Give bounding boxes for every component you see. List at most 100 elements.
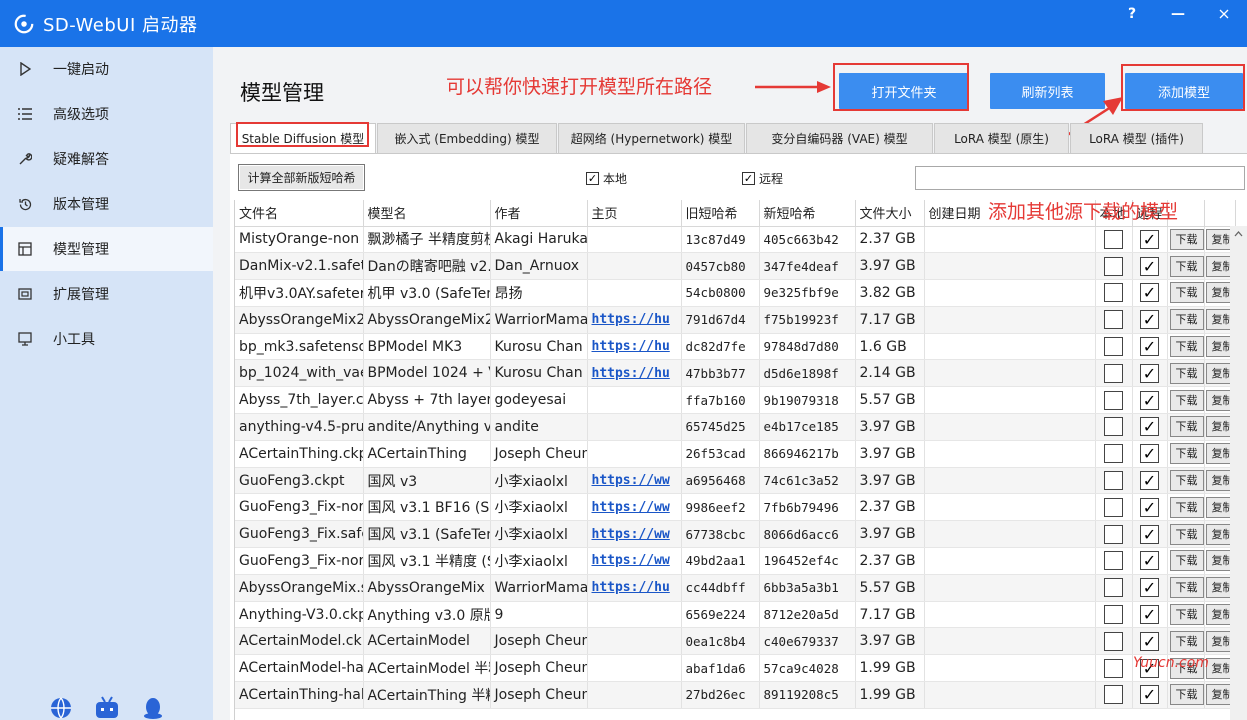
remote-checkbox[interactable]: ✓ xyxy=(1140,631,1159,651)
table-row[interactable]: bp_mk3.safetenso BPModel MK3 Kurosu Chan ht… xyxy=(235,333,1236,361)
download-button[interactable]: 下载 xyxy=(1169,228,1203,250)
remote-checkbox[interactable]: ✓ xyxy=(1140,390,1159,410)
qq-icon[interactable] xyxy=(140,696,166,720)
tab-embedding[interactable]: 嵌入式 (Embedding) 模型 xyxy=(377,123,557,153)
sidebar-item-tools[interactable]: 小工具 xyxy=(0,317,213,361)
table-row[interactable]: GuoFeng3_Fix-nor 国风 v3.1 BF16 (Sa 小李xiaolx… xyxy=(235,493,1236,522)
cell-homepage[interactable] xyxy=(587,252,682,281)
table-row[interactable]: GuoFeng3_Fix-nor 国风 v3.1 半精度 (S 小李xiaolxl h… xyxy=(235,547,1236,575)
table-row[interactable]: MistyOrange-non 飘渺橘子 半精度剪枝 Akagi Haruka 13c… xyxy=(235,226,1236,254)
table-row[interactable]: GuoFeng3.ckpt 国风 v3 小李xiaolxl https://ww a69… xyxy=(235,467,1236,495)
chevron-up-icon[interactable] xyxy=(1230,227,1247,241)
remote-checkbox[interactable]: ✓ xyxy=(1140,497,1159,517)
header-new-hash[interactable]: 新短哈希 xyxy=(759,200,856,227)
remote-checkbox[interactable]: ✓ xyxy=(1140,605,1159,625)
minimize-button[interactable]: — xyxy=(1155,0,1201,28)
local-checkbox[interactable] xyxy=(1104,444,1123,464)
sidebar-item-extensions[interactable]: 扩展管理 xyxy=(0,272,213,316)
local-checkbox[interactable] xyxy=(1104,283,1123,303)
download-button[interactable]: 下载 xyxy=(1169,336,1203,358)
cell-homepage[interactable] xyxy=(587,386,682,415)
tab-lora-plugin[interactable]: LoRA 模型 (插件) xyxy=(1070,123,1203,153)
table-row[interactable]: GuoFeng3_Fix.safe 国风 v3.1 (SafeTen 小李xiaol… xyxy=(235,520,1236,549)
cell-homepage[interactable]: https://ww xyxy=(587,467,682,495)
table-row[interactable]: AbyssOrangeMix.s AbyssOrangeMix (WarriorM… xyxy=(235,574,1236,602)
remote-checkbox[interactable]: ✓ xyxy=(1140,444,1159,464)
download-button[interactable]: 下载 xyxy=(1169,389,1203,411)
table-row[interactable]: DanMix-v2.1.safet Danの瞎寄吧融 v2.1 Dan_Arnuox… xyxy=(235,252,1236,281)
download-button[interactable]: 下载 xyxy=(1169,684,1203,706)
cell-homepage[interactable] xyxy=(587,681,682,709)
vertical-scrollbar[interactable] xyxy=(1230,226,1247,720)
sidebar-item-versions[interactable]: 版本管理 xyxy=(0,182,213,226)
local-checkbox[interactable] xyxy=(1104,417,1123,437)
table-row[interactable]: bp_1024_with_vae BPModel 1024 + V Kurosu C… xyxy=(235,359,1236,388)
table-row[interactable]: anything-v4.5-pru andite/Anything v4 andit… xyxy=(235,413,1236,441)
cell-homepage[interactable]: https://hu xyxy=(587,306,682,334)
download-button[interactable]: 下载 xyxy=(1169,416,1203,438)
local-checkbox[interactable] xyxy=(1104,471,1123,491)
cell-homepage[interactable]: https://ww xyxy=(587,493,682,522)
header-filename[interactable]: 文件名 xyxy=(235,200,364,227)
local-checkbox[interactable] xyxy=(1104,578,1123,598)
table-row[interactable]: 机甲v3.0AY.safeter 机甲 v3.0 (SafeTen 昂扬 54cb08… xyxy=(235,279,1236,307)
header-author[interactable]: 作者 xyxy=(490,200,588,227)
tab-vae[interactable]: 变分自编码器 (VAE) 模型 xyxy=(746,123,933,153)
cell-homepage[interactable] xyxy=(587,440,682,468)
remote-checkbox[interactable]: ✓ xyxy=(1140,578,1159,598)
download-button[interactable]: 下载 xyxy=(1169,577,1203,599)
remote-checkbox[interactable]: ✓ xyxy=(1140,310,1159,330)
download-button[interactable]: 下载 xyxy=(1169,282,1203,304)
local-checkbox[interactable] xyxy=(1104,390,1123,410)
header-old-hash[interactable]: 旧短哈希 xyxy=(681,200,760,227)
remote-checkbox[interactable]: ✓ xyxy=(1140,229,1159,249)
remote-checkbox[interactable]: ✓ xyxy=(1140,337,1159,357)
local-checkbox[interactable] xyxy=(1104,256,1123,276)
sidebar-item-troubleshoot[interactable]: 疑难解答 xyxy=(0,137,213,181)
cell-homepage[interactable] xyxy=(587,601,682,629)
close-button[interactable] xyxy=(1201,0,1247,28)
download-button[interactable]: 下载 xyxy=(1169,443,1203,465)
remote-filter-checkbox[interactable]: ✓ 远程 xyxy=(742,170,783,187)
local-checkbox[interactable] xyxy=(1104,363,1123,383)
download-button[interactable]: 下载 xyxy=(1169,630,1203,652)
local-checkbox[interactable] xyxy=(1104,337,1123,357)
cell-homepage[interactable] xyxy=(587,279,682,307)
search-input[interactable] xyxy=(915,166,1245,190)
download-button[interactable]: 下载 xyxy=(1169,362,1203,384)
local-checkbox[interactable] xyxy=(1104,685,1123,705)
help-button[interactable]: ? xyxy=(1109,0,1155,28)
local-checkbox[interactable] xyxy=(1104,524,1123,544)
remote-checkbox[interactable]: ✓ xyxy=(1140,283,1159,303)
remote-checkbox[interactable]: ✓ xyxy=(1140,471,1159,491)
sidebar-item-launch[interactable]: 一键启动 xyxy=(0,47,213,91)
cell-homepage[interactable] xyxy=(587,627,682,656)
globe-icon[interactable] xyxy=(48,696,74,720)
download-button[interactable]: 下载 xyxy=(1169,550,1203,572)
download-button[interactable]: 下载 xyxy=(1169,604,1203,626)
header-homepage[interactable]: 主页 xyxy=(587,200,682,227)
table-row[interactable]: ACertainModel-ha ACertainModel 半精 Joseph C… xyxy=(235,654,1236,683)
local-checkbox[interactable] xyxy=(1104,605,1123,625)
local-filter-checkbox[interactable]: ✓ 本地 xyxy=(586,170,627,187)
cell-homepage[interactable]: https://ww xyxy=(587,520,682,549)
header-size[interactable]: 文件大小 xyxy=(855,200,925,227)
download-button[interactable]: 下载 xyxy=(1169,496,1203,518)
remote-checkbox[interactable]: ✓ xyxy=(1140,256,1159,276)
local-checkbox[interactable] xyxy=(1104,658,1123,678)
sidebar-item-advanced[interactable]: 高级选项 xyxy=(0,92,213,136)
bilibili-icon[interactable] xyxy=(94,696,120,720)
table-row[interactable]: ACertainThing-hal ACertainThing 半精 Joseph … xyxy=(235,681,1236,709)
local-checkbox[interactable] xyxy=(1104,551,1123,571)
table-row[interactable]: Abyss_7th_layer.ck Abyss + 7th layer godey… xyxy=(235,386,1236,415)
download-button[interactable]: 下载 xyxy=(1169,523,1203,545)
tab-lora-native[interactable]: LoRA 模型 (原生) xyxy=(934,123,1069,153)
cell-homepage[interactable]: https://hu xyxy=(587,574,682,602)
cell-homepage[interactable] xyxy=(587,654,682,683)
remote-checkbox[interactable]: ✓ xyxy=(1140,524,1159,544)
remote-checkbox[interactable]: ✓ xyxy=(1140,363,1159,383)
table-row[interactable]: ACertainThing.ckp ACertainThing Joseph Che… xyxy=(235,440,1236,468)
sidebar-item-models[interactable]: 模型管理 xyxy=(0,227,213,271)
cell-homepage[interactable]: https://hu xyxy=(587,333,682,361)
table-row[interactable]: Anything-V3.0.ckp Anything v3.0 原版 9 6569e2… xyxy=(235,601,1236,629)
